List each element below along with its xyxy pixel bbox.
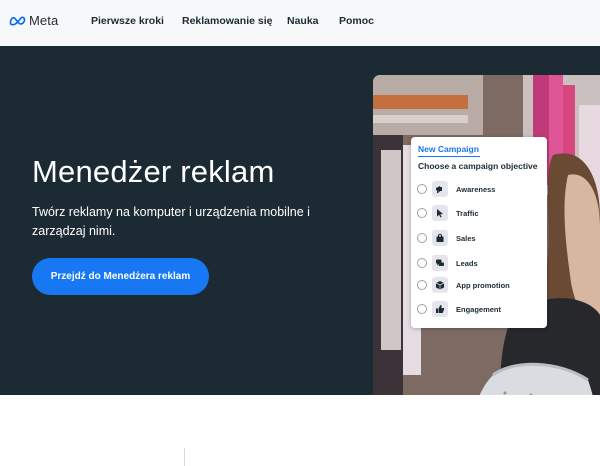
objective-label: Engagement bbox=[456, 304, 502, 314]
nav-item-pomoc[interactable]: Pomoc bbox=[339, 15, 374, 27]
chat-bubbles-icon bbox=[432, 255, 448, 271]
thumbs-up-icon bbox=[432, 301, 448, 317]
campaign-objective-heading: Choose a campaign objective bbox=[418, 161, 538, 171]
objective-engagement[interactable]: Engagement bbox=[417, 300, 541, 318]
go-to-ads-manager-button[interactable]: Przejdź do Menedżera reklam bbox=[32, 258, 209, 295]
objective-label: App promotion bbox=[456, 280, 510, 290]
objective-label: Traffic bbox=[456, 208, 479, 218]
cursor-icon bbox=[432, 205, 448, 221]
top-navigation: Meta Pierwsze kroki Reklamowanie się Nau… bbox=[0, 0, 600, 46]
radio-button[interactable] bbox=[417, 280, 427, 290]
radio-button[interactable] bbox=[417, 208, 427, 218]
nav-item-pierwsze-kroki[interactable]: Pierwsze kroki bbox=[91, 15, 164, 27]
objective-awareness[interactable]: Awareness bbox=[417, 180, 541, 198]
campaign-objective-card: New Campaign Choose a campaign objective… bbox=[411, 137, 547, 328]
objective-label: Sales bbox=[456, 233, 476, 243]
tab-underline bbox=[418, 156, 480, 157]
radio-button[interactable] bbox=[417, 233, 427, 243]
cube-icon bbox=[432, 277, 448, 293]
shopping-bag-icon bbox=[432, 230, 448, 246]
hero-subtitle: Twórz reklamy na komputer i urządzenia m… bbox=[32, 205, 310, 238]
objective-sales[interactable]: Sales bbox=[417, 229, 541, 247]
objective-label: Leads bbox=[456, 258, 478, 268]
radio-button[interactable] bbox=[417, 184, 427, 194]
radio-button[interactable] bbox=[417, 258, 427, 268]
new-campaign-tab[interactable]: New Campaign bbox=[418, 144, 479, 154]
objective-leads[interactable]: Leads bbox=[417, 254, 541, 272]
objective-label: Awareness bbox=[456, 184, 496, 194]
meta-infinity-icon bbox=[9, 16, 26, 25]
nav-item-reklamowanie-sie[interactable]: Reklamowanie się bbox=[182, 15, 272, 27]
objective-app-promotion[interactable]: App promotion bbox=[417, 276, 541, 294]
meta-wordmark: Meta bbox=[29, 13, 59, 28]
hero-title: Menedżer reklam bbox=[32, 154, 275, 189]
nav-item-nauka[interactable]: Nauka bbox=[287, 15, 319, 27]
lower-content-area bbox=[0, 395, 600, 466]
objective-traffic[interactable]: Traffic bbox=[417, 204, 541, 222]
section-divider bbox=[184, 448, 185, 466]
meta-logo[interactable]: Meta bbox=[9, 13, 58, 28]
radio-button[interactable] bbox=[417, 304, 427, 314]
megaphone-icon bbox=[432, 181, 448, 197]
